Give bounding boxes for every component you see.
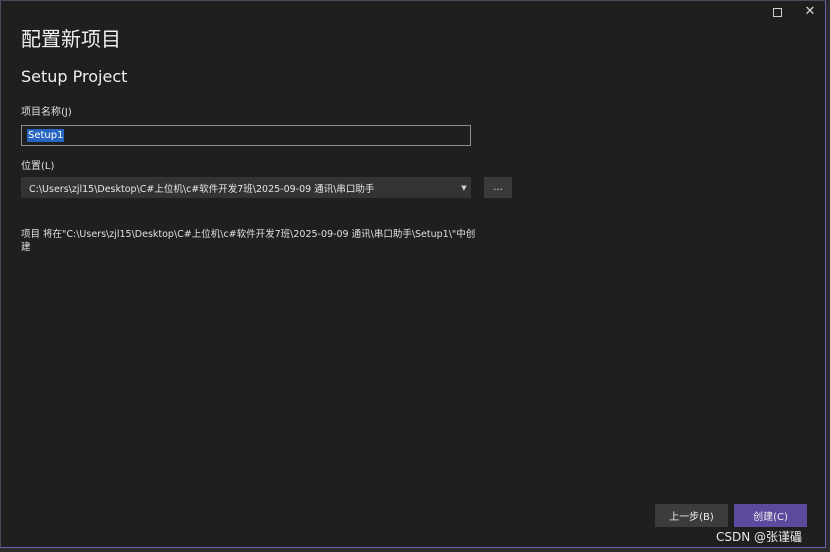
window-edge-right [826, 0, 830, 552]
watermark: CSDN @张谨礧 [716, 530, 803, 544]
close-icon: ✕ [804, 4, 816, 19]
location-label: 位置(L) [21, 161, 55, 172]
page-title: 配置新项目 [21, 27, 121, 51]
chevron-down-icon: ▼ [461, 183, 467, 192]
create-button[interactable]: 创建(C) [734, 504, 807, 527]
browse-button[interactable]: ... [484, 177, 512, 198]
maximize-button[interactable] [766, 5, 788, 19]
location-value: C:\Users\zjl15\Desktop\C#上位机\c#软件开发7班\20… [29, 183, 375, 195]
dialog-window: ✕ 配置新项目 Setup Project 项目名称(J) Setup1 位置(… [0, 0, 826, 548]
maximize-icon [772, 7, 782, 17]
creation-path-info: 项目 将在"C:\Users\zjl15\Desktop\C#上位机\c#软件开… [21, 229, 476, 253]
project-name-value: Setup1 [27, 129, 65, 142]
window-edge-bottom [0, 548, 830, 552]
project-template-name: Setup Project [21, 67, 128, 86]
project-name-input[interactable]: Setup1 [21, 125, 471, 146]
project-name-label: 项目名称(J) [21, 107, 72, 118]
back-button[interactable]: 上一步(B) [655, 504, 728, 527]
close-button[interactable]: ✕ [799, 5, 821, 19]
location-dropdown[interactable]: C:\Users\zjl15\Desktop\C#上位机\c#软件开发7班\20… [21, 177, 471, 198]
